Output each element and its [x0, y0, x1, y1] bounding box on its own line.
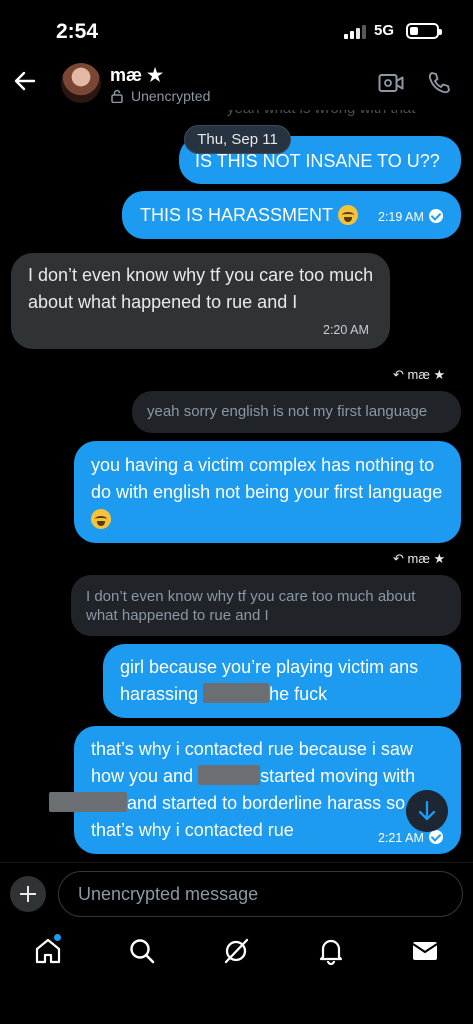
reply-indicator: ↶ mæ ★	[393, 551, 445, 567]
cut-off-message: yeah what is wrong with that	[227, 110, 457, 120]
quoted-text: I don’t even know why tf you care too mu…	[86, 588, 416, 624]
read-check-icon	[428, 209, 443, 223]
contact-name[interactable]: mæ ★	[110, 65, 163, 86]
read-check-icon	[428, 830, 443, 844]
reply-arrow-icon: ↶	[393, 367, 404, 382]
message-text: started moving with	[260, 766, 416, 786]
message-bubble-outgoing[interactable]: girl because you’re playing victim ans h…	[103, 644, 461, 718]
phone-call-icon[interactable]	[426, 70, 452, 96]
redacted-block	[203, 683, 270, 703]
video-call-icon[interactable]	[378, 72, 404, 94]
message-meta: 2:21 AM	[378, 830, 443, 845]
network-label: 5G	[374, 22, 395, 39]
conversation-header: mæ ★ Unencrypted	[0, 58, 473, 110]
crying-emoji-icon	[337, 205, 358, 225]
message-text: you having a victim complex has nothing …	[91, 455, 443, 502]
encryption-label: Unencrypted	[131, 88, 211, 104]
scroll-to-bottom-icon[interactable]	[406, 790, 448, 832]
reply-to-name: mæ ★	[407, 551, 446, 566]
quoted-message[interactable]: I don’t even know why tf you care too mu…	[71, 575, 461, 636]
date-divider: Thu, Sep 11	[184, 125, 291, 154]
battery-icon	[406, 23, 442, 39]
message-text: I don’t even know why tf you care too mu…	[28, 265, 374, 312]
message-time: 2:19 AM	[378, 210, 424, 224]
bottom-tab-bar	[0, 922, 473, 1024]
contact-avatar[interactable]	[61, 63, 101, 103]
lock-icon	[111, 89, 123, 103]
crying-emoji-icon	[91, 509, 111, 529]
message-text: THIS IS HARASSMENT	[140, 205, 333, 225]
message-bubble-outgoing[interactable]: THIS IS HARASSMENT 2:19 AM	[122, 191, 461, 239]
message-bubble-incoming[interactable]: I don’t even know why tf you care too mu…	[11, 253, 390, 349]
add-attachment-icon[interactable]	[10, 876, 46, 912]
grok-icon[interactable]	[221, 936, 251, 966]
message-text: and started to borderline harass	[127, 793, 387, 813]
battery-level	[410, 27, 418, 35]
search-icon[interactable]	[127, 936, 157, 966]
quoted-text: yeah sorry english is not my first langu…	[147, 403, 428, 420]
message-time: 2:21 AM	[378, 831, 424, 845]
back-arrow-icon[interactable]	[12, 68, 38, 94]
reply-arrow-icon: ↶	[393, 551, 404, 566]
notifications-icon[interactable]	[316, 936, 346, 966]
message-thread[interactable]: yeah what is wrong with that Thu, Sep 11…	[0, 110, 473, 860]
message-bubble-outgoing[interactable]: that’s why i contacted rue because i saw…	[49, 726, 461, 854]
signal-icon	[344, 25, 370, 39]
message-composer	[0, 862, 473, 922]
message-meta: 2:19 AM	[378, 209, 443, 224]
message-text: he fuck	[269, 684, 328, 704]
message-time: 2:20 AM	[323, 323, 369, 337]
status-bar: 2:54 5G	[0, 0, 473, 60]
quoted-message[interactable]: yeah sorry english is not my first langu…	[132, 391, 461, 433]
redacted-block	[49, 792, 127, 812]
message-bubble-outgoing[interactable]: you having a victim complex has nothing …	[74, 441, 461, 543]
redacted-block	[198, 765, 261, 785]
reply-indicator: ↶ mæ ★	[393, 367, 445, 383]
status-time: 2:54	[56, 20, 99, 43]
reply-to-name: mæ ★	[407, 367, 446, 382]
message-input[interactable]	[58, 871, 463, 917]
messages-icon[interactable]	[410, 936, 440, 966]
home-notification-dot	[54, 934, 61, 941]
